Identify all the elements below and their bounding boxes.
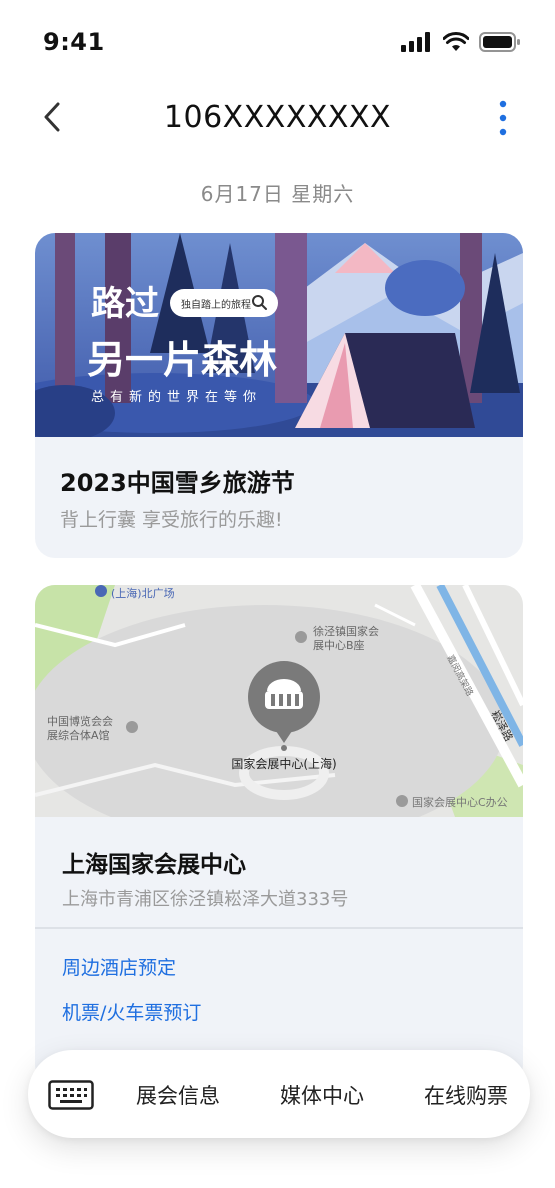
banner-title-line2: 另一片森林 — [87, 338, 277, 382]
menu-online-tickets[interactable]: 在线购票 — [424, 1080, 508, 1110]
divider — [35, 927, 523, 929]
bottom-menu-bar: 展会信息 媒体中心 在线购票 — [28, 1050, 530, 1138]
hotel-booking-link[interactable]: 周边酒店预定 — [62, 953, 176, 980]
message-date: 6月17日 星期六 — [200, 182, 355, 206]
battery-icon — [479, 32, 520, 52]
status-icons — [401, 32, 521, 52]
promo-card[interactable]: 路过 另一片森林 总有新的世界在等你 独自踏上的旅程 2023中国雪乡旅游节 背… — [35, 233, 523, 558]
map-label-hall-b: 徐泾镇国家会 — [313, 624, 379, 638]
forest-camping-banner[interactable]: 路过 另一片森林 总有新的世界在等你 独自踏上的旅程 — [35, 233, 523, 437]
more-options-icon[interactable] — [495, 98, 511, 138]
menu-media-center[interactable]: 媒体中心 — [280, 1080, 364, 1110]
location-title: 上海国家会展中心 — [62, 852, 246, 878]
ticket-booking-link[interactable]: 机票/火车票预订 — [62, 998, 201, 1025]
status-bar: 9:41 — [0, 0, 555, 88]
map-label-north-square: (上海)北广场 — [111, 586, 175, 600]
wifi-icon — [443, 32, 469, 51]
banner-tagline: 总有新的世界在等你 — [91, 389, 262, 405]
map-label-office-c: 国家会展中心C办公 — [412, 795, 508, 809]
status-time: 9:41 — [43, 28, 105, 56]
page-title: 106XXXXXXXX — [163, 100, 392, 135]
banner-search-text: 独自踏上的旅程 — [181, 298, 251, 311]
map-label-hall-a2: 展综合体A馆 — [47, 728, 110, 742]
map-label-hall-b2: 展中心B座 — [313, 638, 365, 652]
location-address: 上海市青浦区徐泾镇崧泽大道333号 — [62, 889, 349, 910]
location-card: (上海)北广场 徐泾镇国家会 展中心B座 中国博览会会 展综合体A馆 国家会展中… — [35, 585, 523, 1085]
promo-subtitle: 背上行囊 享受旅行的乐趣! — [60, 509, 283, 531]
banner-title-line1: 路过 — [91, 284, 159, 324]
keyboard-icon[interactable] — [48, 1080, 94, 1110]
map-label-hall-a: 中国博览会会 — [47, 714, 113, 728]
menu-exhibition-info[interactable]: 展会信息 — [136, 1080, 220, 1110]
nav-bar: 106XXXXXXXX — [0, 88, 555, 148]
location-map[interactable]: (上海)北广场 徐泾镇国家会 展中心B座 中国博览会会 展综合体A馆 国家会展中… — [35, 585, 523, 817]
cellular-signal-icon — [401, 32, 430, 52]
promo-title: 2023中国雪乡旅游节 — [60, 469, 295, 497]
map-label-center: 国家会展中心(上海) — [231, 756, 336, 771]
